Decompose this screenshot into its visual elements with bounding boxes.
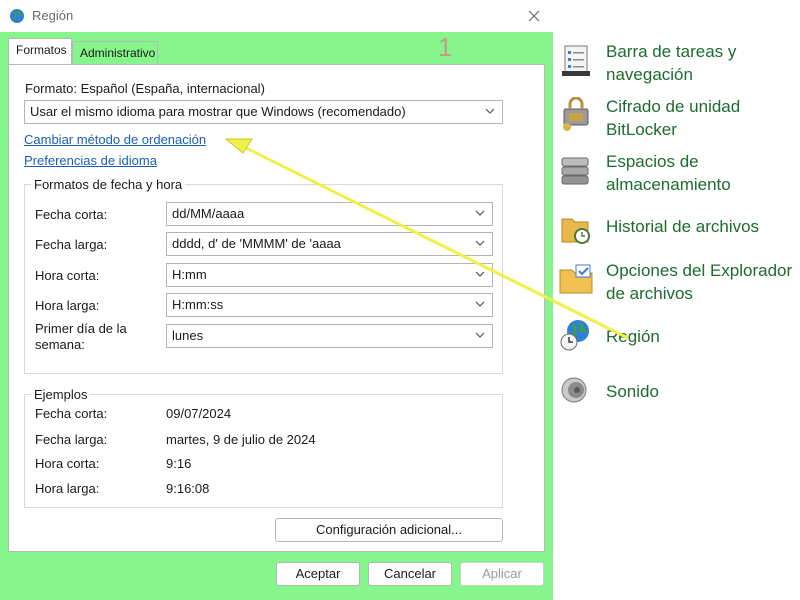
example-short-time-value: 9:16 (166, 456, 192, 471)
cp-label-explorer-options: Opciones del Explorador de archivos (606, 261, 793, 303)
first-day-label: Primer día de la semana: (35, 321, 127, 352)
chevron-down-icon (475, 210, 485, 216)
short-time-select[interactable]: H:mm (166, 263, 493, 287)
tab-administrativo[interactable]: Administrativo (72, 41, 158, 65)
language-preferences-link[interactable]: Preferencias de idioma (24, 153, 157, 168)
close-icon (528, 10, 540, 22)
examples-title: Ejemplos (31, 387, 91, 402)
example-short-time-label: Hora corta: (35, 456, 100, 471)
chevron-down-icon (475, 240, 485, 246)
long-date-label: Fecha larga: (35, 237, 108, 252)
long-time-select[interactable]: H:mm:ss (166, 293, 493, 317)
first-day-select[interactable]: lunes (166, 324, 493, 348)
explorer-options-icon (559, 264, 593, 294)
cp-label-bitlocker: Cifrado de unidad BitLocker (606, 97, 741, 139)
close-button[interactable] (520, 4, 548, 28)
long-date-select[interactable]: dddd, d' de 'MMMM' de 'aaaa (166, 232, 493, 256)
cancel-button[interactable]: Cancelar (368, 562, 452, 586)
format-select[interactable]: Usar el mismo idioma para mostrar que Wi… (24, 100, 503, 124)
control-panel-list: Barra de tareas y navegación Cifrado de … (553, 0, 800, 600)
format-label: Formato: Español (España, internacional) (25, 81, 265, 96)
cp-label-region: Región (606, 327, 660, 346)
region-dialog: Región Formatos Administrativo 1 Formato… (0, 0, 553, 600)
formats-page: Formato: Español (España, internacional)… (8, 64, 545, 552)
long-time-label: Hora larga: (35, 298, 100, 313)
example-long-date-label: Fecha larga: (35, 432, 108, 447)
chevron-down-icon (475, 332, 485, 338)
short-date-select[interactable]: dd/MM/aaaa (166, 202, 493, 226)
sound-icon (561, 377, 587, 403)
sort-method-link[interactable]: Cambiar método de ordenación (24, 132, 206, 147)
example-long-date-value: martes, 9 de julio de 2024 (166, 432, 316, 447)
chevron-down-icon (485, 108, 495, 114)
short-time-label: Hora corta: (35, 268, 100, 283)
dialog-title: Región (32, 8, 74, 23)
cp-label-sound: Sonido (606, 382, 659, 401)
cp-label-storage: Espacios de almacenamiento (606, 152, 731, 194)
tab-formatos[interactable]: Formatos (8, 38, 72, 65)
example-short-date-value: 09/07/2024 (166, 406, 232, 421)
bitlocker-icon (563, 97, 589, 131)
short-date-label: Fecha corta: (35, 207, 108, 222)
format-select-value: Usar el mismo idioma para mostrar que Wi… (30, 104, 406, 119)
chevron-down-icon (475, 301, 485, 307)
example-short-date-label: Fecha corta: (35, 406, 108, 421)
apply-button[interactable]: Aplicar (460, 562, 544, 586)
globe-icon (10, 9, 24, 23)
additional-settings-button[interactable]: Configuración adicional... (275, 518, 503, 542)
cp-label-taskbar: Barra de tareas y navegación (606, 42, 737, 84)
file-history-icon (561, 218, 590, 244)
title-bar[interactable]: Región (0, 0, 553, 32)
step-marker: 1 (438, 32, 453, 62)
storage-spaces-icon (561, 157, 589, 185)
example-long-time-value: 9:16:08 (166, 481, 210, 496)
datetime-formats-title: Formatos de fecha y hora (31, 177, 186, 192)
long-date-value: dddd, d' de 'MMMM' de 'aaaa (172, 236, 341, 251)
chevron-down-icon (475, 271, 485, 277)
taskbar-icon (562, 45, 590, 76)
cp-label-file-history: Historial de archivos (606, 217, 760, 236)
long-time-value: H:mm:ss (172, 297, 224, 312)
first-day-value: lunes (172, 328, 204, 343)
short-date-value: dd/MM/aaaa (172, 206, 245, 221)
accept-button[interactable]: Aceptar (276, 562, 360, 586)
short-time-value: H:mm (172, 267, 207, 282)
region-icon (560, 320, 589, 351)
example-long-time-label: Hora larga: (35, 481, 100, 496)
